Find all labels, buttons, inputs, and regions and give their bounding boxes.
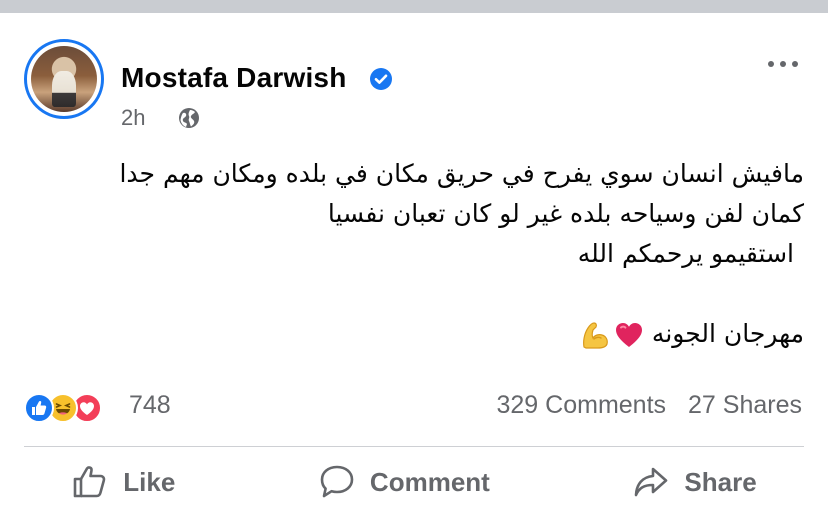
comment-button[interactable]: Comment [304, 455, 504, 509]
red-heart-icon [615, 323, 642, 347]
more-dot [768, 61, 774, 67]
like-reaction-icon [24, 393, 54, 423]
more-dot [792, 61, 798, 67]
more-dot [780, 61, 786, 67]
avatar-photo [31, 46, 97, 112]
like-label: Like [123, 466, 176, 497]
share-label: Share [684, 466, 757, 497]
author-name[interactable]: Mostafa Darwish [121, 62, 347, 94]
post-line: استقيمو يرحمكم الله [577, 239, 794, 268]
engagement-counts: 329 Comments 27 Shares [497, 391, 803, 420]
share-arrow-icon [635, 467, 668, 497]
post-line: مافيش انسان سوي يفرح في حريق مكان في بلد… [119, 159, 804, 188]
post-timestamp[interactable]: 2h [121, 105, 145, 131]
comment-bubble-icon [320, 465, 354, 498]
like-button[interactable]: Like [57, 455, 189, 509]
post-text: مافيش انسان سوي يفرح في حريق مكان في بلد… [24, 154, 804, 354]
thumbs-up-icon [73, 466, 106, 498]
reaction-count[interactable]: 748 [129, 391, 171, 420]
reaction-summary[interactable] [24, 393, 134, 423]
post-line: كمان لفن وسياحه بلده غير لو كان تعبان نف… [327, 199, 804, 228]
author-avatar[interactable] [24, 39, 104, 119]
post-card: Mostafa Darwish 2h مافيش انسان سوي يفرح … [0, 13, 828, 517]
shares-count[interactable]: 27 Shares [688, 391, 802, 420]
more-options-button[interactable] [768, 56, 798, 72]
public-globe-icon [179, 108, 199, 128]
post-line-with-emojis: مهرجان الجونه [24, 314, 804, 354]
post-line: مهرجان الجونه [651, 319, 804, 348]
verified-badge-icon [370, 68, 392, 90]
comment-label: Comment [369, 466, 490, 497]
flexed-biceps-icon [583, 322, 608, 349]
comments-count[interactable]: 329 Comments [497, 391, 667, 420]
share-button[interactable]: Share [618, 455, 770, 509]
post-actions: Like Comment Share [0, 447, 828, 517]
